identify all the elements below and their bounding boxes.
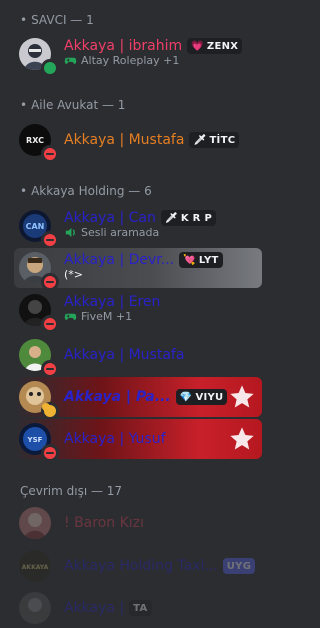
avatar: [19, 507, 51, 539]
category-aile-avukat[interactable]: • Aile Avukat — 1: [20, 97, 125, 113]
clan-tag[interactable]: 🗡 K R P: [160, 210, 217, 226]
activity-text: FiveM +1: [81, 310, 133, 323]
member-name: ! Baron Kızı: [64, 515, 144, 531]
avatar: [19, 592, 51, 624]
member-name: Akkaya | Mustafa: [64, 347, 185, 363]
sword-icon: 🗡: [164, 212, 178, 224]
member-eren[interactable]: Akkaya | Eren FiveM +1: [14, 290, 262, 330]
category-label: Aile Avukat — 1: [31, 98, 126, 112]
member-mustafa-avukat[interactable]: RXC Akkaya | Mustafa 🗡 TİTC: [14, 120, 262, 160]
gamepad-icon: [64, 57, 77, 64]
member-baron[interactable]: ! Baron Kızı: [14, 503, 262, 543]
status-dnd-icon: [41, 273, 59, 288]
voice-call-icon: [65, 227, 75, 238]
status-dnd-icon: [41, 360, 59, 375]
member-devri[interactable]: Akkaya | Devr... 💘 LYT (*>: [14, 248, 262, 288]
svg-text:CAN: CAN: [26, 222, 45, 231]
heart-icon: 💗: [191, 40, 204, 52]
heart-icon: 💘: [183, 254, 196, 266]
category-offline[interactable]: Çevrim dışı — 17: [20, 483, 122, 499]
svg-text:AKKAYA: AKKAYA: [22, 564, 49, 571]
avatar: AKKAYA: [19, 550, 51, 582]
member-name: Akkaya | Yusuf: [64, 431, 166, 447]
activity-text: Altay Roleplay +1: [81, 54, 180, 67]
member-yusuf[interactable]: YSF Akkaya | Yusuf: [14, 419, 262, 459]
diamond-icon: 💎: [179, 391, 193, 403]
status-dnd-icon: [41, 315, 59, 330]
member-last[interactable]: Akkaya | TA: [14, 588, 262, 628]
status-dnd-icon: [41, 145, 59, 160]
gamepad-icon: [64, 313, 77, 320]
category-savci[interactable]: • SAVCI — 1: [20, 12, 94, 28]
member-name: Akkaya | Can: [64, 210, 156, 226]
custom-status-text: (*>: [64, 268, 84, 281]
status-dnd-icon: [41, 231, 59, 246]
member-pa[interactable]: Akkaya | Pa... 💎 VIYU: [14, 377, 262, 417]
member-name: Akkaya | Mustafa: [64, 132, 185, 148]
clan-tag[interactable]: 💘 LYT: [179, 252, 223, 268]
bullet-icon: •: [20, 98, 28, 112]
clan-tag[interactable]: TA: [129, 600, 152, 616]
clan-tag[interactable]: 💗 ZENX: [187, 38, 243, 54]
status-idle-icon: [41, 402, 59, 417]
svg-text:YSF: YSF: [27, 436, 43, 444]
member-mustafa[interactable]: Akkaya | Mustafa: [14, 335, 262, 375]
member-can[interactable]: CAN Akkaya | Can 🗡 K R P Sesli aramada: [14, 206, 262, 246]
sword-icon: 🗡: [193, 134, 207, 146]
member-name: Akkaya | Devr...: [64, 252, 175, 268]
status-dnd-icon: [41, 444, 59, 459]
member-name: Akkaya | Pa...: [64, 389, 171, 405]
category-label: Akkaya Holding — 6: [31, 184, 152, 198]
svg-text:RXC: RXC: [26, 136, 44, 145]
category-label: SAVCI — 1: [31, 13, 94, 27]
member-name: Akkaya Holding Taxi...: [64, 558, 218, 574]
member-name: Akkaya | ibrahim: [64, 38, 183, 54]
bullet-icon: •: [20, 13, 28, 27]
clan-tag[interactable]: 💎 VIYU: [175, 389, 228, 405]
member-holding-taxi[interactable]: AKKAYA Akkaya Holding Taxi... UYG: [14, 546, 262, 586]
member-name: Akkaya | Eren: [64, 294, 161, 310]
clan-tag[interactable]: 🗡 TİTC: [189, 132, 240, 148]
bullet-icon: •: [20, 184, 28, 198]
category-akkaya-holding[interactable]: • Akkaya Holding — 6: [20, 183, 152, 199]
status-online-icon: [41, 59, 59, 74]
category-label: Çevrim dışı — 17: [20, 484, 123, 498]
member-name: Akkaya |: [64, 600, 125, 616]
clan-tag[interactable]: UYG: [222, 558, 256, 574]
activity-text: Sesli aramada: [81, 226, 160, 239]
member-ibrahim[interactable]: Akkaya | ibrahim 💗 ZENX Altay Roleplay +1: [14, 34, 262, 74]
